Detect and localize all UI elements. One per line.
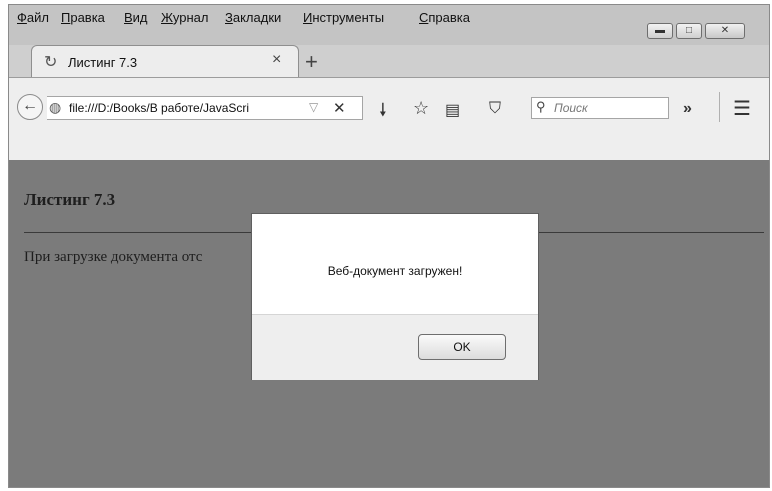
- close-icon: ✕: [720, 25, 730, 36]
- minimize-button[interactable]: ▬: [647, 23, 673, 39]
- browser-window: Файл Правка Вид Журнал Закладки Инструме…: [8, 4, 770, 488]
- page-body-text: При загрузке документа отс: [24, 249, 203, 265]
- navbar-divider: [719, 92, 720, 122]
- url-text[interactable]: file:///D:/Books/В работе/JavaScri: [69, 101, 303, 115]
- back-arrow-icon: ←: [22, 97, 38, 114]
- bookmark-star-icon[interactable]: ☆: [413, 98, 429, 119]
- alert-dialog: Веб-документ загружен! OK: [251, 213, 539, 380]
- globe-icon: ◍: [49, 99, 62, 115]
- ok-button[interactable]: OK: [418, 334, 506, 360]
- download-icon[interactable]: 🠗: [379, 98, 387, 128]
- search-placeholder: Поиск: [554, 101, 588, 115]
- reader-view-icon[interactable]: ▤: [445, 100, 460, 120]
- hamburger-menu-icon[interactable]: ☰: [733, 96, 751, 121]
- page-heading: Листинг 7.3: [24, 190, 116, 209]
- menu-bookmarks[interactable]: Закладки: [225, 10, 281, 25]
- url-dropdown-icon[interactable]: ▽: [309, 100, 318, 114]
- address-bar[interactable]: ◍ file:///D:/Books/В работе/JavaScri ▽ ✕: [47, 96, 363, 120]
- tab-active[interactable]: ↻ Листинг 7.3 ×: [31, 45, 299, 78]
- back-button[interactable]: ←: [17, 94, 43, 120]
- menu-help[interactable]: Справка: [419, 10, 470, 25]
- menu-bar: Файл Правка Вид Журнал Закладки Инструме…: [9, 5, 769, 45]
- tab-title: Листинг 7.3: [68, 55, 138, 70]
- maximize-icon: □: [685, 25, 693, 36]
- tab-close-icon[interactable]: ×: [272, 51, 281, 69]
- dialog-message: Веб-документ загружен!: [327, 264, 463, 278]
- search-box[interactable]: ⚲ Поиск: [531, 97, 669, 119]
- dialog-footer: OK: [252, 314, 538, 380]
- overflow-chevron-icon[interactable]: »: [683, 100, 692, 118]
- navigation-bar: ← ◍ file:///D:/Books/В работе/JavaScri ▽…: [9, 77, 769, 160]
- minimize-icon: ▬: [655, 25, 665, 36]
- menu-file[interactable]: Файл: [17, 10, 49, 25]
- maximize-button[interactable]: □: [676, 23, 702, 39]
- close-window-button[interactable]: ✕: [705, 23, 745, 39]
- pocket-icon[interactable]: ⛉: [489, 100, 501, 118]
- reload-icon: ↻: [44, 54, 58, 71]
- new-tab-button[interactable]: +: [305, 49, 318, 75]
- menu-tools[interactable]: Инструменты: [303, 10, 384, 25]
- menu-edit[interactable]: Правка: [61, 10, 105, 25]
- search-icon: ⚲: [536, 99, 546, 114]
- menu-view[interactable]: Вид: [124, 10, 148, 25]
- menu-history[interactable]: Журнал: [161, 10, 208, 25]
- url-clear-icon[interactable]: ✕: [333, 99, 346, 117]
